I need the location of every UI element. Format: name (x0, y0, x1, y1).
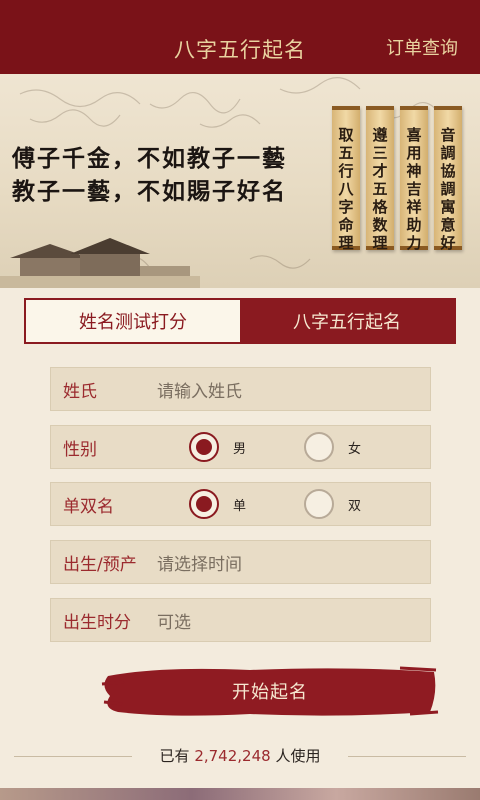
tab-bazi-naming[interactable]: 八字五行起名 (240, 300, 454, 342)
radio-unselected-icon[interactable] (304, 432, 334, 462)
birth-date-label: 出生/预产 (63, 554, 137, 575)
start-naming-button[interactable]: 开始起名 (100, 662, 440, 720)
surname-row[interactable]: 姓氏 请输入姓氏 (50, 367, 431, 411)
scroll-text: 遵三才五格数理 (372, 126, 388, 252)
name-type-row: 单双名 单 双 (50, 482, 431, 526)
scroll-text: 音調協調寓意好 (440, 126, 456, 252)
radio-selected-icon[interactable] (189, 489, 219, 519)
gender-option-female[interactable]: 女 (304, 432, 361, 462)
gender-row: 性别 男 女 (50, 425, 431, 469)
pavilion-illustration (0, 238, 200, 288)
scroll-4: 音調協調寓意好 (434, 106, 462, 252)
mode-tabs: 姓名测试打分 八字五行起名 (24, 298, 456, 344)
scroll-3: 喜用神吉祥助力 (400, 106, 428, 252)
tab-name-test[interactable]: 姓名测试打分 (26, 300, 240, 342)
order-query-link[interactable]: 订单查询 (386, 34, 458, 60)
birth-hour-row[interactable]: 出生时分 可选 (50, 598, 431, 642)
top-bar: 八字五行起名 订单查询 (0, 0, 480, 74)
name-type-option-label: 双 (348, 498, 362, 514)
banner: 傅子千金，不如教子一藝 教子一藝，不如賜子好名 取五行八字命理 遵三才五格数理 … (0, 74, 480, 288)
name-type-option-label: 单 (233, 498, 247, 514)
usage-prefix: 已有 (159, 747, 190, 765)
surname-label: 姓氏 (63, 381, 97, 402)
birth-hour-picker[interactable]: 可选 (157, 608, 191, 633)
bottom-decoration (0, 788, 480, 800)
slogan: 傅子千金，不如教子一藝 教子一藝，不如賜子好名 (12, 142, 287, 208)
scroll-text: 取五行八字命理 (338, 126, 354, 252)
radio-unselected-icon[interactable] (304, 489, 334, 519)
name-type-option-double[interactable]: 双 (304, 489, 361, 519)
birth-date-row[interactable]: 出生/预产 请选择时间 (50, 540, 431, 584)
slogan-line-1: 傅子千金，不如教子一藝 (12, 145, 287, 172)
start-button-label: 开始起名 (232, 682, 308, 703)
name-type-label: 单双名 (63, 496, 114, 517)
slogan-line-2: 教子一藝，不如賜子好名 (12, 178, 287, 205)
birth-hour-label: 出生时分 (63, 612, 131, 633)
gender-label: 性别 (63, 439, 97, 460)
gender-option-male[interactable]: 男 (189, 432, 246, 462)
scroll-1: 取五行八字命理 (332, 106, 360, 252)
surname-input[interactable]: 请输入姓氏 (157, 377, 242, 402)
gender-option-label: 男 (233, 441, 247, 457)
birth-date-picker[interactable]: 请选择时间 (157, 550, 242, 575)
usage-suffix: 人使用 (275, 747, 321, 765)
scroll-2: 遵三才五格数理 (366, 106, 394, 252)
usage-count: 2,742,248 (194, 747, 271, 765)
radio-selected-icon[interactable] (189, 432, 219, 462)
gender-option-label: 女 (348, 441, 362, 457)
scroll-text: 喜用神吉祥助力 (406, 126, 422, 252)
name-type-option-single[interactable]: 单 (189, 489, 246, 519)
usage-counter: 已有 2,742,248 人使用 (0, 745, 480, 769)
